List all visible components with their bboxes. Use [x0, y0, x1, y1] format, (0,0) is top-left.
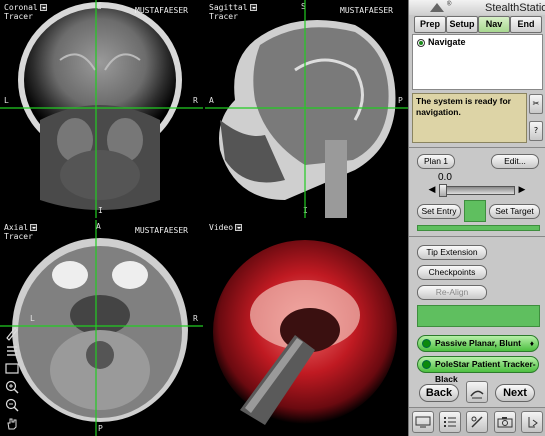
entry-status-indicator	[464, 200, 486, 222]
control-panel: StealthStation® Prep Setup Nav End Navig…	[408, 0, 545, 436]
set-entry-button[interactable]: Set Entry	[417, 204, 461, 219]
exit-icon[interactable]	[521, 411, 544, 433]
axial-view[interactable]: Axial Tracer MUSTAFAESER A L R P	[0, 220, 203, 436]
depth-slider[interactable]	[439, 186, 515, 195]
tab-prep[interactable]: Prep	[414, 16, 446, 33]
tool-passive-planar[interactable]: Passive Planar, Blunt ♦	[417, 335, 539, 352]
tip-extension-button[interactable]: Tip Extension	[417, 245, 487, 260]
slider-left-icon[interactable]: ◀	[427, 184, 437, 196]
chevron-icon: ♦	[529, 339, 534, 348]
list-icon[interactable]	[4, 343, 20, 359]
divider	[409, 147, 545, 148]
sagittal-view[interactable]: Sagittal Tracer MUSTAFAESER S A P I	[205, 0, 408, 218]
video-view[interactable]: Video	[205, 220, 408, 436]
tools-icon[interactable]	[466, 381, 488, 403]
slider-right-icon[interactable]: ▶	[517, 184, 527, 196]
coronal-view[interactable]: Coronal Tracer MUSTAFAESER S L R I	[0, 0, 203, 218]
bottom-toolbar	[409, 407, 545, 436]
hand-icon[interactable]	[4, 415, 20, 431]
target-status-bar	[417, 225, 540, 231]
slider-thumb[interactable]	[439, 184, 447, 197]
video-label: Video	[209, 224, 243, 232]
checklist-icon[interactable]	[439, 411, 462, 433]
zoom-in-icon[interactable]	[4, 379, 20, 395]
brand-name: StealthStation®	[447, 1, 545, 14]
set-target-button[interactable]: Set Target	[489, 204, 540, 219]
tab-setup[interactable]: Setup	[446, 16, 478, 33]
tab-nav[interactable]: Nav	[478, 16, 510, 33]
brand-logo-icon	[430, 3, 444, 12]
realign-button[interactable]: Re-Align	[417, 285, 487, 300]
workflow-tabs: Prep Setup Nav End	[414, 16, 542, 33]
divider	[409, 236, 545, 237]
dropdown-icon[interactable]	[235, 224, 243, 231]
navigate-list: Navigate	[412, 34, 543, 90]
crosshair[interactable]	[0, 220, 203, 436]
viewer-toolbox	[4, 325, 22, 433]
back-button[interactable]: Back	[419, 384, 459, 402]
tool-led-icon	[422, 360, 431, 369]
screen-icon[interactable]	[4, 361, 20, 377]
zoom-out-icon[interactable]	[4, 397, 20, 413]
plan-button[interactable]: Plan 1	[417, 154, 455, 169]
next-button[interactable]: Next	[495, 384, 535, 402]
pencil-icon[interactable]	[4, 325, 20, 341]
tool-label: Passive Planar, Blunt	[435, 338, 521, 348]
crosshair[interactable]	[0, 0, 203, 218]
tracking-status-bar	[417, 305, 540, 327]
camera-icon[interactable]	[493, 411, 516, 433]
instrument-icon[interactable]	[466, 411, 489, 433]
crosshair[interactable]	[205, 0, 408, 218]
edit-button[interactable]: Edit...	[491, 154, 539, 169]
image-viewer: Coronal Tracer MUSTAFAESER S L R I Sagit…	[0, 0, 408, 436]
endoscope-video-image	[213, 240, 397, 425]
status-message: The system is ready for navigation.	[412, 93, 527, 143]
navigate-label[interactable]: Navigate	[428, 37, 466, 47]
checkpoints-button[interactable]: Checkpoints	[417, 265, 487, 280]
tool-led-icon	[422, 339, 431, 348]
help-icon[interactable]: ?	[529, 121, 543, 141]
brand-header: StealthStation®	[409, 0, 545, 15]
tab-end[interactable]: End	[510, 16, 542, 33]
tool-polestar-tracker[interactable]: PoleStar Patient Tracker-Black	[417, 356, 539, 384]
scissors-icon[interactable]: ✂	[529, 94, 543, 114]
workstation-icon[interactable]	[411, 411, 434, 433]
slider-value: 0.0	[438, 172, 452, 183]
navigate-radio[interactable]	[417, 39, 425, 47]
